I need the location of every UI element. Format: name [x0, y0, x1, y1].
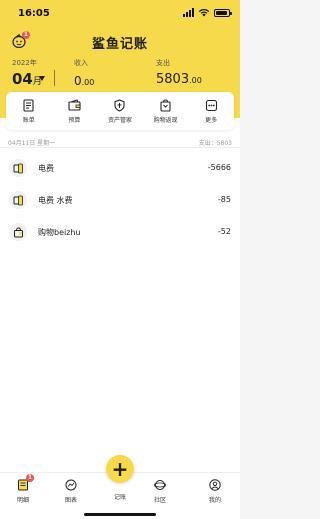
month-value: 04 [12, 70, 33, 88]
home-indicator [84, 513, 156, 516]
profile-icon [209, 479, 221, 491]
income-label: 收入 [74, 59, 88, 67]
battery-icon [214, 8, 232, 17]
plus-icon: + [111, 457, 129, 481]
record-name: 电费 [38, 164, 54, 173]
caret-down-icon[interactable] [39, 76, 45, 81]
record-row[interactable]: 电费 水费 -85 [0, 184, 240, 216]
income-int: 0 [74, 74, 82, 88]
app-title: 鲨鱼记账 [91, 37, 148, 52]
nav-label-add: 记账 [113, 494, 126, 501]
record-name: 电费 水费 [38, 196, 73, 205]
quick-action-label: 预算 [68, 116, 81, 124]
wallet-icon [68, 98, 81, 111]
add-record-button[interactable]: + [106, 455, 134, 483]
status-time: 16:05 [18, 8, 50, 19]
record-amount: -85 [217, 195, 231, 204]
quick-action-label: 更多 [205, 116, 218, 124]
more-icon [205, 99, 217, 111]
nav-item-chart[interactable]: 图表 [51, 479, 91, 504]
nav-label: 我的 [208, 497, 221, 504]
record-row[interactable]: 购物beizhu -52 [0, 216, 240, 248]
expense-total: 5803.00 [156, 72, 202, 87]
quick-action-more[interactable]: 更多 [189, 99, 233, 124]
expense-int: 5803 [156, 72, 190, 87]
nav-item-community[interactable]: 社区 [140, 479, 180, 504]
cart-icon [160, 98, 171, 112]
quick-actions-card: 账单 预算 资产管家 购物返现 更多 [6, 92, 234, 130]
expense-dec: .00 [189, 76, 202, 85]
record-amount: -5666 [207, 163, 231, 172]
nav-label: 图表 [64, 497, 77, 504]
year-label: 2022年 [12, 59, 37, 67]
bill-icon [23, 98, 34, 112]
quick-action-label: 购物返现 [153, 116, 178, 124]
quick-action-label: 账单 [22, 116, 35, 124]
nav-label: 社区 [153, 497, 166, 504]
nav-label: 明细 [16, 497, 29, 504]
status-bar: 16:05 [0, 0, 240, 22]
shield-icon [114, 98, 126, 112]
income-dec: .00 [81, 78, 95, 87]
record-amount: -52 [217, 227, 231, 236]
nav-badge: 1 [26, 474, 34, 482]
expense-label: 支出 [156, 59, 170, 67]
day-total: 支出：5803 [198, 140, 232, 147]
signal-icon [183, 8, 194, 17]
nav-item-profile[interactable]: 我的 [195, 479, 235, 504]
record-icon [9, 159, 27, 177]
month-picker[interactable]: 04月 [12, 70, 42, 88]
quick-action-label: 资产管家 [107, 116, 132, 124]
app-screen: 16:05 1 鲨鱼记账 2022年 收入 支出 04月 0.00 5803.0… [0, 0, 240, 519]
record-name: 购物beizhu [38, 228, 81, 237]
header-divider [54, 70, 55, 86]
day-date: 04月11日 星期一 [8, 140, 56, 147]
quick-action-cashback[interactable]: 购物返现 [144, 98, 188, 124]
electricity-icon [13, 195, 23, 205]
income-total: 0.00 [74, 74, 94, 88]
status-icons [183, 8, 232, 17]
record-icon [9, 223, 27, 241]
shopping-bag-icon [13, 227, 23, 237]
quick-action-assets[interactable]: 资产管家 [98, 98, 142, 124]
wifi-icon [198, 8, 210, 17]
day-group-header: 04月11日 星期一 支出：5803 [0, 134, 240, 148]
record-icon [9, 191, 27, 209]
community-icon [154, 480, 166, 490]
record-row[interactable]: 电费 -5666 [0, 152, 240, 184]
electricity-icon [13, 163, 23, 173]
quick-action-bill[interactable]: 账单 [7, 98, 51, 124]
chart-icon [65, 479, 77, 491]
nav-item-detail[interactable]: 明细 [3, 479, 43, 504]
quick-action-budget[interactable]: 预算 [52, 98, 96, 124]
